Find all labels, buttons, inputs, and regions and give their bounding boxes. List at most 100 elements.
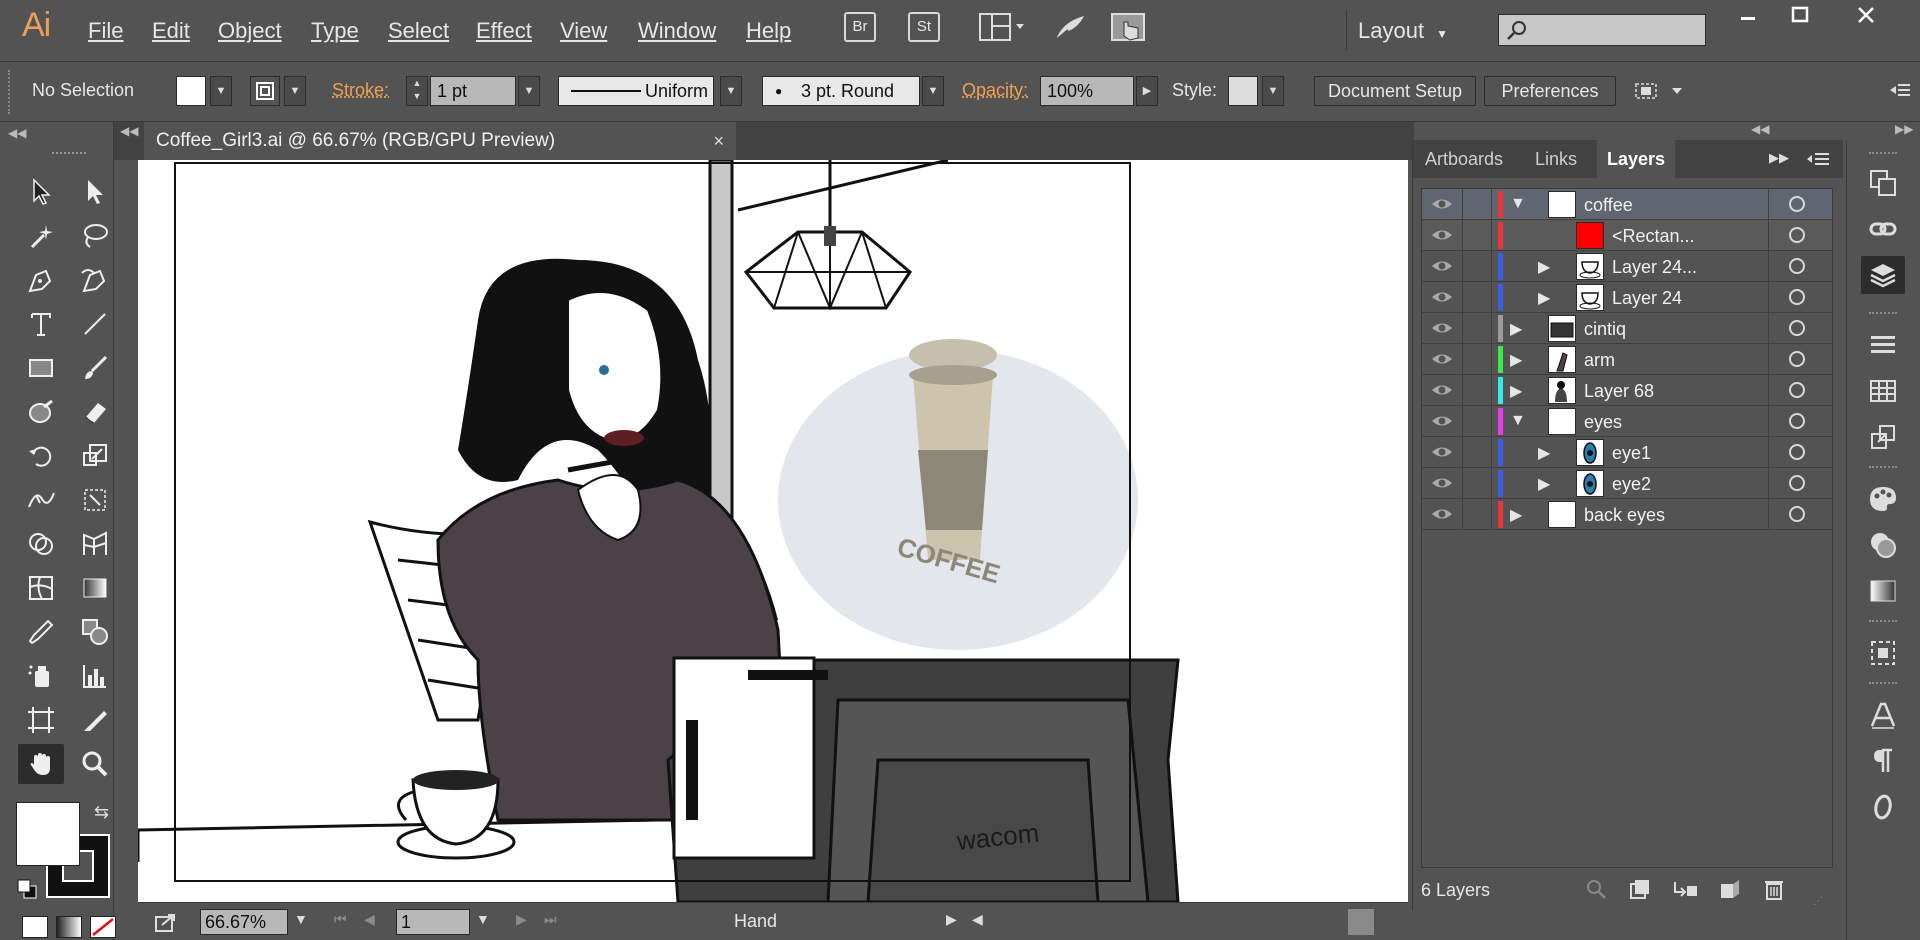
- share-icon[interactable]: [154, 911, 178, 938]
- layer-row[interactable]: ▶ arm: [1422, 344, 1832, 375]
- workspace-switcher[interactable]: Layout ▼: [1358, 18, 1448, 44]
- perspective-grid-tool[interactable]: [72, 524, 118, 564]
- expand-triangle-icon[interactable]: ▶: [1510, 350, 1522, 370]
- gradient-mode-button[interactable]: [56, 916, 82, 938]
- layer-name[interactable]: Layer 68: [1584, 381, 1654, 402]
- target-circle-icon[interactable]: [1789, 382, 1805, 398]
- shape-builder-tool[interactable]: [18, 524, 64, 564]
- lock-toggle[interactable]: [1462, 406, 1492, 437]
- layer-name[interactable]: eye2: [1612, 474, 1651, 495]
- stroke-swatch[interactable]: [250, 76, 280, 106]
- menu-select[interactable]: Select: [388, 18, 449, 44]
- tab-artboards[interactable]: Artboards: [1425, 140, 1503, 178]
- lock-toggle[interactable]: [1462, 344, 1492, 375]
- collapse-left-icon[interactable]: ◀◀: [120, 124, 138, 138]
- visibility-eye-icon[interactable]: [1430, 474, 1454, 497]
- stroke-dropdown[interactable]: ▼: [284, 76, 306, 106]
- line-tool[interactable]: [72, 304, 118, 344]
- column-graph-tool[interactable]: [72, 656, 118, 696]
- visibility-eye-icon[interactable]: [1430, 443, 1454, 466]
- visibility-eye-icon[interactable]: [1430, 288, 1454, 311]
- none-mode-button[interactable]: [90, 916, 116, 938]
- create-sublayer-icon[interactable]: [1673, 878, 1699, 905]
- tab-layers[interactable]: Layers: [1597, 140, 1676, 178]
- visibility-eye-icon[interactable]: [1430, 412, 1454, 435]
- rectangle-tool[interactable]: [18, 348, 64, 388]
- eyedropper-tool[interactable]: [18, 612, 64, 652]
- target-circle-icon[interactable]: [1789, 506, 1805, 522]
- lock-toggle[interactable]: [1462, 282, 1492, 313]
- lock-toggle[interactable]: [1462, 313, 1492, 344]
- expand-triangle-icon[interactable]: ▶: [1538, 443, 1550, 463]
- delete-layer-icon[interactable]: [1763, 878, 1785, 905]
- opacity-slider-button[interactable]: ▶: [1136, 76, 1158, 106]
- gradient-panel-button[interactable]: [1861, 572, 1905, 610]
- lock-toggle[interactable]: [1462, 251, 1492, 282]
- preferences-button[interactable]: Preferences: [1484, 76, 1616, 106]
- magic-wand-tool[interactable]: [18, 216, 64, 256]
- layer-row[interactable]: ▶ Layer 68: [1422, 375, 1832, 406]
- selection-tool[interactable]: [18, 172, 64, 212]
- horizontal-scroll-thumb[interactable]: [1348, 909, 1374, 935]
- zoom-dropdown[interactable]: ▼: [294, 911, 308, 927]
- close-document-icon[interactable]: ×: [713, 122, 724, 160]
- layer-row[interactable]: ▼ coffee: [1422, 189, 1832, 220]
- expand-dock-icon[interactable]: ▶▶: [1895, 122, 1913, 136]
- artboard-number-field[interactable]: 1: [396, 909, 470, 935]
- layer-row[interactable]: ▶ eye1: [1422, 437, 1832, 468]
- opacity-field[interactable]: 100%: [1040, 76, 1134, 106]
- paragraph-panel-button[interactable]: [1861, 742, 1905, 780]
- links-panel-button[interactable]: [1861, 210, 1905, 248]
- close-window-button[interactable]: [1838, 0, 1894, 40]
- transform-panel-button[interactable]: [1861, 164, 1905, 202]
- layer-row[interactable]: ▶ Layer 24: [1422, 282, 1832, 313]
- curvature-tool[interactable]: [72, 260, 118, 300]
- document-setup-button[interactable]: Document Setup: [1314, 76, 1476, 106]
- hand-tool[interactable]: [18, 744, 64, 784]
- appearance-panel-button[interactable]: [1861, 526, 1905, 564]
- zoom-tool[interactable]: [72, 744, 118, 784]
- next-artboard-button[interactable]: ▶: [516, 911, 527, 928]
- visibility-eye-icon[interactable]: [1430, 226, 1454, 249]
- lock-toggle[interactable]: [1462, 189, 1492, 220]
- expand-triangle-icon[interactable]: ▶: [1538, 288, 1550, 308]
- collapse-tools-icon[interactable]: ◀◀: [8, 126, 26, 140]
- character-panel-button[interactable]: [1861, 696, 1905, 734]
- resize-grip-icon[interactable]: ⋰: [1813, 896, 1823, 907]
- swap-fill-stroke-icon[interactable]: ⇆: [94, 802, 109, 823]
- target-circle-icon[interactable]: [1789, 475, 1805, 491]
- maximize-button[interactable]: [1772, 0, 1828, 40]
- menu-window[interactable]: Window: [638, 18, 716, 44]
- align-panel-button[interactable]: [1861, 326, 1905, 364]
- collapse-triangle-icon[interactable]: ▼: [1510, 195, 1526, 213]
- transparency-panel-button[interactable]: [1861, 634, 1905, 672]
- artboard-dropdown[interactable]: ▼: [476, 911, 490, 927]
- gradient-tool[interactable]: [72, 568, 118, 608]
- brush-definition[interactable]: ● 3 pt. Round: [762, 76, 920, 106]
- stroke-label[interactable]: Stroke:: [332, 80, 389, 101]
- layer-row[interactable]: ▶ cintiq: [1422, 313, 1832, 344]
- lock-toggle[interactable]: [1462, 499, 1492, 530]
- brush-dropdown[interactable]: ▼: [922, 76, 944, 106]
- menu-object[interactable]: Object: [218, 18, 282, 44]
- paintbrush-tool[interactable]: [72, 348, 118, 388]
- layer-name[interactable]: Layer 24: [1612, 288, 1682, 309]
- fill-swatch[interactable]: [176, 76, 206, 106]
- align-to-icon[interactable]: [1632, 78, 1692, 109]
- pen-tool[interactable]: [18, 260, 64, 300]
- shaper-tool[interactable]: [18, 392, 64, 432]
- layer-name[interactable]: coffee: [1584, 195, 1633, 216]
- direct-selection-tool[interactable]: [72, 172, 118, 212]
- fill-dropdown[interactable]: ▼: [210, 76, 232, 106]
- table-panel-button[interactable]: [1861, 372, 1905, 410]
- lock-toggle[interactable]: [1462, 375, 1492, 406]
- panel-options-icon[interactable]: [1805, 150, 1833, 173]
- scroll-left-button[interactable]: ◀: [972, 911, 983, 928]
- width-tool[interactable]: [18, 480, 64, 520]
- layer-name[interactable]: cintiq: [1584, 319, 1626, 340]
- first-artboard-button[interactable]: ⏮: [334, 911, 347, 928]
- collapse-triangle-icon[interactable]: ▼: [1510, 412, 1526, 430]
- visibility-eye-icon[interactable]: [1430, 195, 1454, 218]
- layer-name[interactable]: eye1: [1612, 443, 1651, 464]
- minimize-button[interactable]: [1720, 0, 1776, 40]
